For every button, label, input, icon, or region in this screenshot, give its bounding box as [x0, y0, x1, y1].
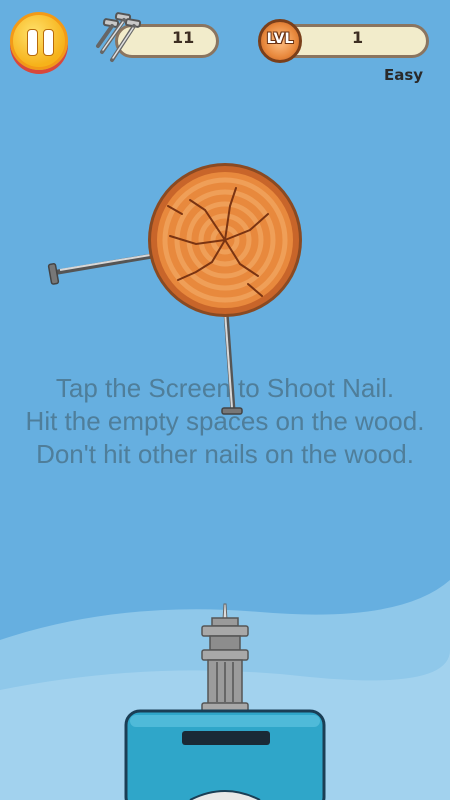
instruction-line-3: Don't hit other nails on the wood. — [36, 439, 414, 469]
instruction-line-1: Tap the Screen to Shoot Nail. — [55, 373, 395, 403]
nail-launcher[interactable] — [124, 603, 326, 800]
stuck-nail-left — [47, 253, 155, 285]
wood-log — [148, 163, 302, 317]
instructions-text: Tap the Screen to Shoot Nail. Hit the em… — [20, 372, 430, 471]
instruction-line-2: Hit the empty spaces on the wood. — [25, 406, 425, 436]
